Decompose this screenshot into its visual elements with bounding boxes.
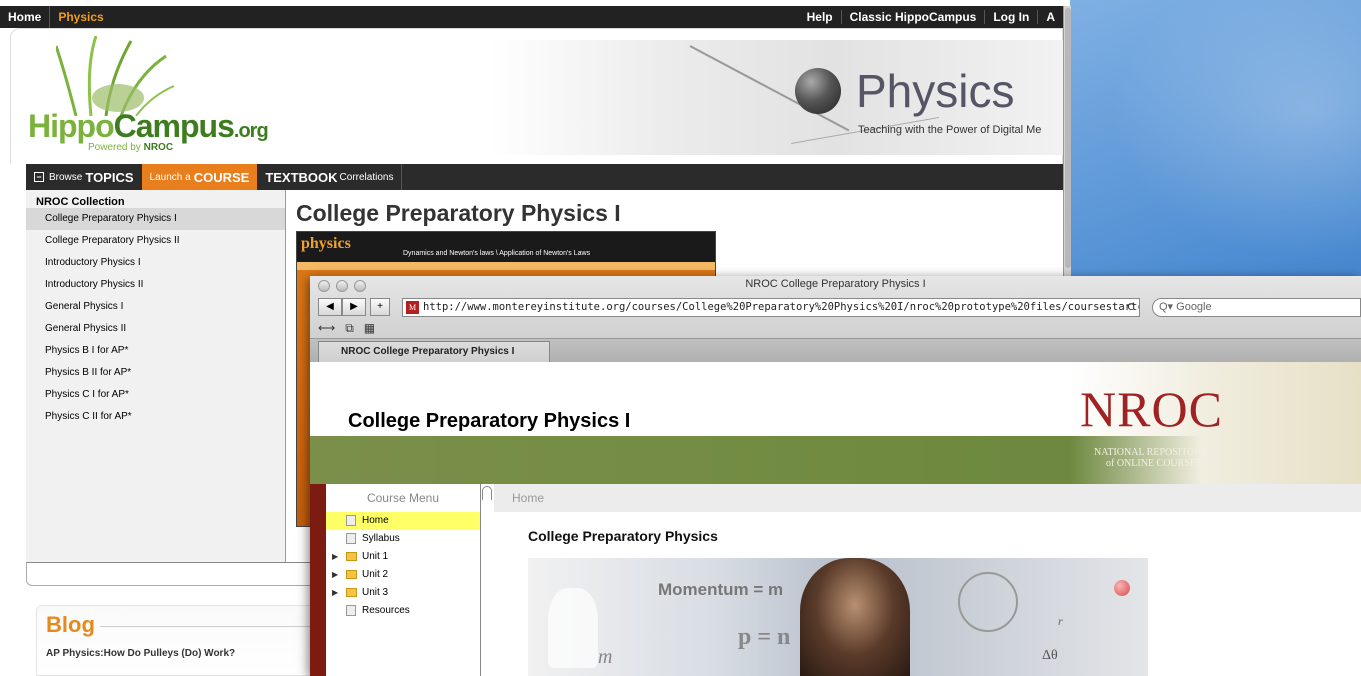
back-button[interactable]: ◀ xyxy=(318,298,342,316)
banner-subtitle: Teaching with the Power of Digital Me xyxy=(858,124,1042,136)
banner-title: Physics xyxy=(856,65,1015,117)
sidebar-heading: NROC Collection xyxy=(36,196,125,208)
sidebar-item[interactable]: Introductory Physics I xyxy=(26,252,285,274)
forward-button[interactable]: ▶ xyxy=(342,298,366,316)
minimize-window-button[interactable] xyxy=(336,280,348,292)
content-title: College Preparatory Physics xyxy=(528,528,718,544)
logo-powered-by: Powered by NROC xyxy=(88,142,174,153)
expand-arrow-icon[interactable]: ▶ xyxy=(332,548,338,566)
grid-icon[interactable]: ▦ xyxy=(364,321,375,336)
course-title: College Preparatory Physics I xyxy=(296,200,621,226)
menu-item-syllabus[interactable]: Syllabus xyxy=(326,530,480,548)
menu-item-unit-2[interactable]: ▶ Unit 2 xyxy=(326,566,480,584)
nav-more-link[interactable]: A xyxy=(1037,10,1063,24)
menu-item-unit-3[interactable]: ▶ Unit 3 xyxy=(326,584,480,602)
tab-textbook-correlations[interactable]: TEXTBOOK Correlations xyxy=(257,164,403,190)
tab-browse-topics[interactable]: − Browse TOPICS xyxy=(26,164,142,190)
nroc-logo: NROC xyxy=(1080,381,1223,437)
safari-window: NROC College Preparatory Physics I ◀ ▶ +… xyxy=(310,276,1361,676)
blog-post-link[interactable]: AP Physics:How Do Pulleys (Do) Work? xyxy=(46,648,235,659)
address-bar[interactable]: M http://www.montereyinstitute.org/cours… xyxy=(402,298,1140,317)
nroc-logo-subtitle-2: of ONLINE COURSES xyxy=(1106,458,1202,469)
momentum-hero-image: Momentum = m p = n m r Δθ xyxy=(528,558,1148,676)
tab-nroc-course[interactable]: NROC College Preparatory Physics I xyxy=(318,341,550,363)
page-icon xyxy=(346,533,356,544)
expand-arrow-icon[interactable]: ▶ xyxy=(332,584,338,602)
sphere-graphic xyxy=(795,68,841,114)
zoom-window-button[interactable] xyxy=(354,280,366,292)
menu-item-resources[interactable]: Resources xyxy=(326,602,480,620)
scrollbar-thumb[interactable] xyxy=(1065,8,1071,268)
folder-icon xyxy=(346,588,357,597)
physics-logo: physics xyxy=(301,235,351,252)
favicon-icon: M xyxy=(406,301,419,314)
tab-launch-course[interactable]: Launch a COURSE xyxy=(141,164,258,190)
sidebar-item[interactable]: General Physics II xyxy=(26,318,285,340)
window-controls xyxy=(318,280,366,292)
nav-classic-link[interactable]: Classic HippoCampus xyxy=(840,10,985,24)
course-menu: Home Syllabus ▶ Unit 1 ▶ Unit 2 ▶ Unit 3 Re… xyxy=(326,512,480,676)
physics-banner: Physics Teaching with the Power of Digit… xyxy=(490,40,1063,155)
sidebar-item[interactable]: General Physics I xyxy=(26,296,285,318)
add-bookmark-button[interactable]: + xyxy=(370,298,390,316)
page-icon xyxy=(346,605,356,616)
nav-login-link[interactable]: Log In xyxy=(984,10,1037,24)
reload-icon[interactable]: C xyxy=(1127,299,1135,316)
close-window-button[interactable] xyxy=(318,280,330,292)
sidebar-item[interactable]: College Preparatory Physics I xyxy=(26,208,285,230)
folder-icon xyxy=(346,570,357,579)
browser-chrome: NROC College Preparatory Physics I ◀ ▶ +… xyxy=(310,276,1361,363)
nroc-course-title: College Preparatory Physics I xyxy=(348,410,631,432)
sidebar-item[interactable]: Physics B I for AP* xyxy=(26,340,285,362)
book-icon[interactable]: ⧉ xyxy=(345,321,354,336)
bookmarks-bar: ⟷ ⧉ ▦ xyxy=(318,321,375,336)
tab-strip: NROC College Preparatory Physics I xyxy=(310,338,1361,363)
newton-portrait xyxy=(800,558,910,676)
top-nav: Home Physics Help Classic HippoCampus Lo… xyxy=(0,6,1063,28)
grass-icon xyxy=(56,36,175,116)
url-text: http://www.montereyinstitute.org/courses… xyxy=(423,301,1140,313)
sidebar-item[interactable]: Physics C I for AP* xyxy=(26,384,285,406)
nav-home-link[interactable]: Home xyxy=(0,6,49,28)
book-path: Dynamics and Newton's laws \ Application… xyxy=(403,250,591,257)
nroc-logo-subtitle: NATIONAL REPOSITORY xyxy=(1094,447,1208,458)
page-icon xyxy=(346,515,356,526)
search-field[interactable]: Q▾ Google xyxy=(1152,298,1361,317)
logo-wordmark: HippoCampus.org xyxy=(28,108,269,144)
menu-item-unit-1[interactable]: ▶ Unit 1 xyxy=(326,548,480,566)
ball-graphic xyxy=(1114,580,1130,596)
collapse-icon: − xyxy=(34,172,44,182)
course-sidebar: NROC Collection College Preparatory Phys… xyxy=(26,190,286,562)
menu-item-home[interactable]: Home xyxy=(326,512,480,530)
nav-help-link[interactable]: Help xyxy=(799,10,841,24)
sidebar-item[interactable]: Introductory Physics II xyxy=(26,274,285,296)
expand-arrow-icon[interactable]: ▶ xyxy=(332,566,338,584)
clock-graphic xyxy=(958,572,1018,632)
sidebar-item[interactable]: Physics B II for AP* xyxy=(26,362,285,384)
menu-divider-handle[interactable] xyxy=(480,484,494,676)
left-accent-bar xyxy=(310,484,326,676)
folder-icon xyxy=(346,552,357,561)
subject-tabbar: − Browse TOPICS Launch a COURSE TEXTBOOK Cor… xyxy=(26,164,1063,190)
reading-glasses-icon[interactable]: ⟷ xyxy=(318,321,335,336)
sidebar-item[interactable]: Physics C II for AP* xyxy=(26,406,285,428)
sidebar-item[interactable]: College Preparatory Physics II xyxy=(26,230,285,252)
breadcrumb: Home xyxy=(494,484,1361,512)
blog-heading: Blog xyxy=(46,612,95,637)
course-menu-heading: Course Menu xyxy=(326,484,480,512)
hippocampus-logo[interactable]: HippoCampus.org Powered by NROC xyxy=(26,36,269,160)
window-title: NROC College Preparatory Physics I xyxy=(745,278,926,290)
nav-physics-link[interactable]: Physics xyxy=(49,6,111,28)
